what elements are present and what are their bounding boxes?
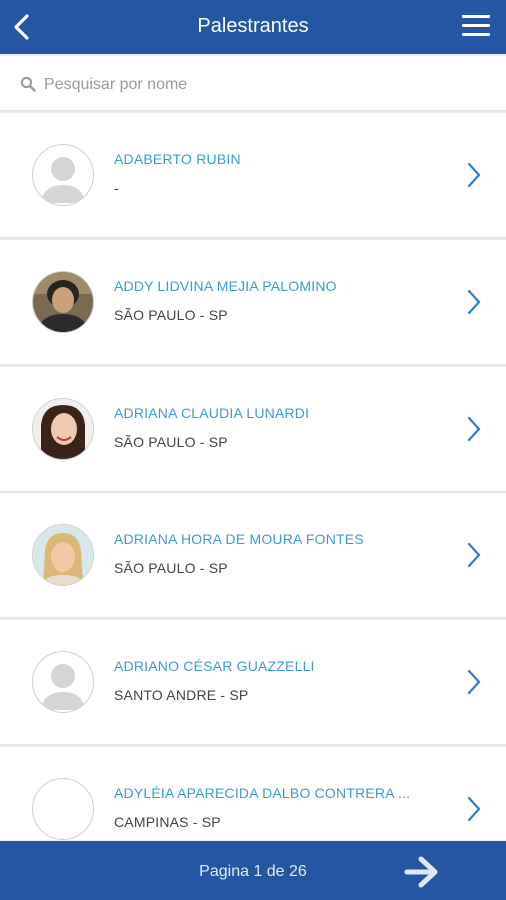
person-photo [33,525,93,586]
speaker-name: ADYLÉIA APARECIDA DALBO CONTRERA ... [114,784,411,801]
user-silhouette-icon [41,157,85,203]
next-page-button[interactable] [404,855,440,889]
chevron-right-icon [467,416,481,441]
chevron-right-icon [467,543,481,568]
speaker-name: ADABERTO RUBIN [114,151,241,167]
chevron-right-icon [467,796,481,822]
speaker-city: - [114,180,119,196]
arrow-right-icon [404,856,438,888]
hamburger-menu-icon [462,15,490,18]
hamburger-line [462,33,490,36]
avatar-placeholder [32,651,94,714]
avatar-blank [32,777,94,840]
speaker-row[interactable]: ADRIANO CÉSAR GUAZZELLI SANTO ANDRE - SP [0,620,506,747]
avatar-placeholder [32,144,94,206]
speaker-city: SÃO PAULO - SP [114,433,228,450]
avatar-photo [32,397,94,460]
avatar-photo [32,524,94,587]
speaker-row[interactable]: ADABERTO RUBIN - [0,113,506,239]
speaker-row[interactable]: ADYLÉIA APARECIDA DALBO CONTRERA ... CAM… [0,746,506,840]
chevron-right-icon [467,670,481,695]
speaker-city: SANTO ANDRE - SP [114,687,249,704]
speaker-row[interactable]: ADRIANA CLAUDIA LUNARDI SÃO PAULO - SP [0,366,506,493]
user-silhouette-icon [41,664,85,711]
menu-button[interactable] [462,15,490,39]
speaker-row[interactable]: ADRIANA HORA DE MOURA FONTES SÃO PAULO -… [0,493,506,620]
person-photo [33,398,93,459]
speaker-name: ADRIANA CLAUDIA LUNARDI [114,404,310,421]
avatar-photo [32,270,94,333]
top-app-bar: Palestrantes [0,0,506,54]
search-bar [0,56,506,111]
speaker-row[interactable]: ADDY LIDVINA MEJIA PALOMINO SÃO PAULO - … [0,239,506,366]
pagination-bar: Pagina 1 de 26 [0,841,506,900]
speaker-city: SÃO PAULO - SP [114,560,228,577]
search-icon [20,76,36,92]
page-title: Palestrantes [197,15,309,37]
speaker-city: CAMPINAS - SP [114,813,221,830]
search-input[interactable] [42,70,486,100]
speaker-list: ADABERTO RUBIN - ADDY LIDVINA MEJIA PALO… [0,113,506,840]
person-photo [33,271,93,332]
speaker-name: ADDY LIDVINA MEJIA PALOMINO [114,277,337,294]
speaker-city: SÃO PAULO - SP [114,306,228,323]
speaker-name: ADRIANA HORA DE MOURA FONTES [114,531,364,548]
speaker-name: ADRIANO CÉSAR GUAZZELLI [114,658,315,675]
chevron-right-icon [467,289,481,314]
hamburger-line [462,24,490,27]
chevron-right-icon [467,162,481,188]
